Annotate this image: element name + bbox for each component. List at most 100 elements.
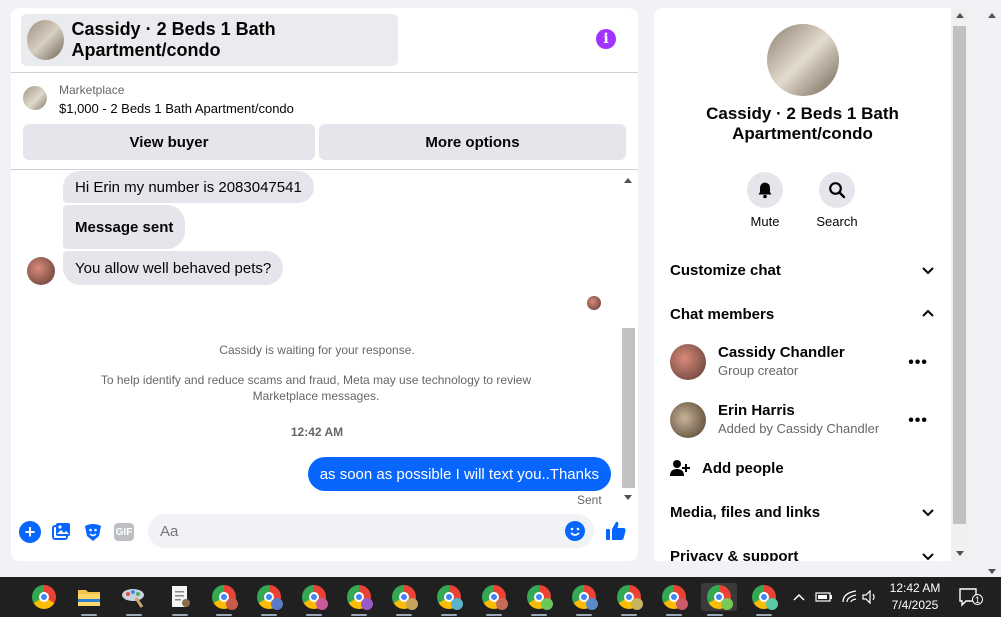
message-input[interactable] [148,514,594,548]
mute-button[interactable] [747,172,783,208]
plus-icon[interactable]: + [19,521,41,543]
member-avatar [670,344,706,380]
chrome-profile-icon[interactable] [570,583,598,616]
listing-avatar [27,20,64,60]
scroll-down-icon[interactable] [956,551,964,556]
wifi-icon[interactable] [842,577,858,617]
add-people-button[interactable]: Add people [670,457,784,479]
mute-label: Mute [750,214,780,229]
sent-status: Sent [577,493,602,507]
incoming-message[interactable]: You allow well behaved pets? [63,251,284,285]
battery-icon[interactable] [815,577,833,617]
chrome-profile-icon[interactable] [525,583,553,616]
chevron-up-icon [922,309,934,317]
thumbs-up-icon[interactable] [605,520,627,547]
chrome-profile-icon[interactable] [390,583,418,616]
page-scrollbar[interactable] [984,8,1001,577]
chat-scrollbar[interactable] [621,174,638,504]
member-row[interactable]: Erin Harris Added by Cassidy Chandler ••… [670,400,936,440]
chat-members-row[interactable]: Chat members [670,304,936,324]
marketplace-label: Marketplace [59,83,125,97]
chrome-profile-icon[interactable] [615,583,643,616]
chevron-down-icon [922,267,934,275]
notepad-icon[interactable] [166,583,194,616]
more-options-button[interactable]: More options [319,124,626,160]
scroll-up-icon[interactable] [624,178,632,183]
scroll-up-icon[interactable] [956,13,964,18]
member-role: Added by Cassidy Chandler [718,421,880,436]
customize-chat-row[interactable]: Customize chat [670,260,936,280]
scroll-down-icon[interactable] [624,495,632,500]
side-panel-scrollbar[interactable] [951,8,968,561]
view-buyer-button[interactable]: View buyer [23,124,315,160]
chrome-profile-icon[interactable] [660,583,688,616]
search-button[interactable] [819,172,855,208]
show-desktop-sliver[interactable] [0,583,8,611]
notification-center-icon[interactable]: 1 [958,587,983,607]
outgoing-message[interactable]: as soon as possible I will text you..Tha… [307,457,611,491]
more-options-icon[interactable]: ••• [908,412,928,430]
waiting-notice: Cassidy is waiting for your response. [219,343,415,357]
conversation-title: Cassidy · 2 Beds 1 Bath Apartment/condo [706,104,899,143]
media-files-row[interactable]: Media, files and links [670,502,936,522]
sender-avatar[interactable] [27,257,55,285]
windows-taskbar: 12:42 AM 7/4/2025 1 [0,577,1001,617]
more-options-icon[interactable]: ••• [908,354,928,372]
media-files-label: Media, files and links [670,503,821,521]
message-list: Hi Erin my number is 2083047541 Message … [11,171,623,507]
chat-title: Cassidy · 2 Beds 1 Bath Apartment/condo [71,19,276,60]
clock-date: 7/4/2025 [891,598,939,612]
chrome-profile-icon[interactable] [435,583,463,616]
info-icon[interactable]: i [596,29,616,49]
member-row[interactable]: Cassidy Chandler Group creator ••• [670,342,936,382]
gif-icon[interactable]: GIF [114,523,134,541]
member-avatar [670,402,706,438]
system-clock[interactable]: 12:42 AM 7/4/2025 [880,580,950,614]
tray-overflow-icon[interactable] [792,577,806,617]
clock-time: 12:42 AM [889,581,941,595]
privacy-support-label: Privacy & support [670,547,799,562]
incoming-message[interactable]: Message sent [63,205,186,249]
chevron-down-icon [922,553,934,561]
member-name: Cassidy Chandler [718,344,845,361]
chrome-profile-icon[interactable] [480,583,508,616]
scroll-thumb[interactable] [622,328,635,488]
chrome-profile-icon[interactable] [255,583,283,616]
chrome-profile-icon[interactable] [750,583,778,616]
scroll-thumb[interactable] [953,26,966,524]
conversation-avatar [767,24,839,96]
message-timestamp: 12:42 AM [290,425,344,439]
chat-panel: Cassidy · 2 Beds 1 Bath Apartment/condo … [11,8,638,561]
volume-icon[interactable] [862,577,878,617]
listing-price[interactable]: $1,000 - 2 Beds 1 Bath Apartment/condo [59,101,294,116]
bell-icon [758,182,772,199]
chevron-down-icon [922,509,934,517]
file-explorer-icon[interactable] [75,583,103,616]
sticker-icon[interactable] [82,521,104,543]
search-icon [829,182,846,199]
privacy-support-row[interactable]: Privacy & support [670,546,936,561]
notification-count: 1 [972,594,983,605]
emoji-icon[interactable] [565,521,585,541]
chrome-profile-icon[interactable] [210,583,238,616]
chrome-profile-icon[interactable] [300,583,328,616]
chrome-icon[interactable] [30,583,58,611]
scroll-up-icon[interactable] [988,13,996,18]
scam-notice: To help identify and reduce scams and fr… [100,373,532,403]
member-role: Group creator [718,363,799,378]
gallery-icon[interactable] [50,521,72,543]
message-composer: + GIF [11,512,638,552]
read-receipt-avatar [587,296,601,310]
incoming-message[interactable]: Hi Erin my number is 2083047541 [63,171,314,203]
member-name: Erin Harris [718,402,795,419]
paint-icon[interactable] [120,583,148,616]
chrome-profile-icon[interactable] [345,583,373,616]
chat-members-label: Chat members [670,305,775,323]
add-people-label: Add people [702,459,784,477]
listing-thumbnail [23,86,47,110]
marketplace-banner: Marketplace $1,000 - 2 Beds 1 Bath Apart… [11,72,638,170]
chat-header-button[interactable]: Cassidy · 2 Beds 1 Bath Apartment/condo [21,14,398,66]
scroll-down-icon[interactable] [988,569,996,574]
chrome-profile-icon[interactable] [701,583,737,616]
customize-chat-label: Customize chat [670,261,781,279]
